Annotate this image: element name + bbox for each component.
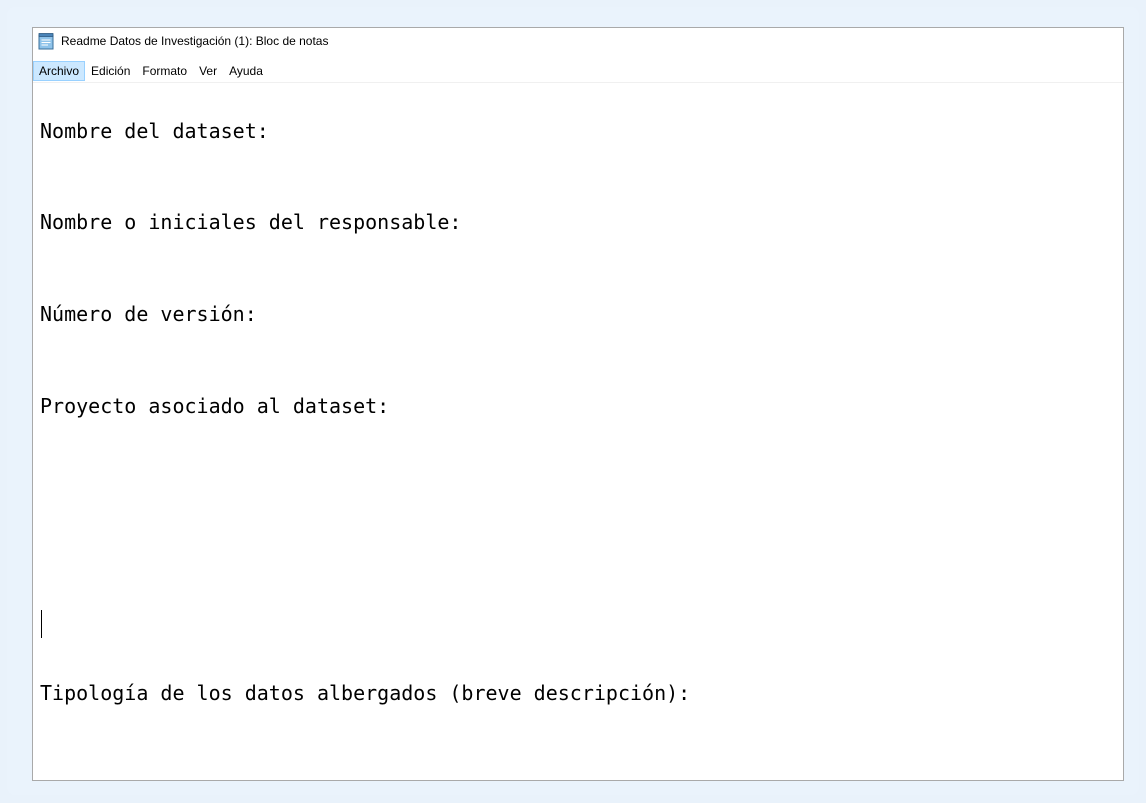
text-line-responsible: Nombre o iniciales del responsable: <box>40 210 462 234</box>
menu-archivo[interactable]: Archivo <box>33 61 86 81</box>
text-caret <box>41 610 42 638</box>
text-line-project: Proyecto asociado al dataset: <box>40 394 390 418</box>
text-line-data-typology: Tipología de los datos albergados (breve… <box>40 681 691 705</box>
menu-edicion[interactable]: Edición <box>85 61 136 81</box>
menu-bar: Archivo Edición Formato Ver Ayuda <box>33 60 1123 83</box>
menu-formato[interactable]: Formato <box>136 61 193 81</box>
text-editor-area[interactable]: Nombre del dataset: Nombre o iniciales d… <box>33 83 1123 780</box>
text-line-version: Número de versión: <box>40 302 257 326</box>
menu-ver[interactable]: Ver <box>193 61 223 81</box>
notepad-window: Readme Datos de Investigación (1): Bloc … <box>32 27 1124 781</box>
notepad-icon <box>38 33 54 50</box>
title-bar[interactable]: Readme Datos de Investigación (1): Bloc … <box>33 28 1123 54</box>
menu-ayuda[interactable]: Ayuda <box>223 61 269 81</box>
text-line-dataset-name: Nombre del dataset: <box>40 119 269 143</box>
window-title: Readme Datos de Investigación (1): Bloc … <box>61 34 329 48</box>
